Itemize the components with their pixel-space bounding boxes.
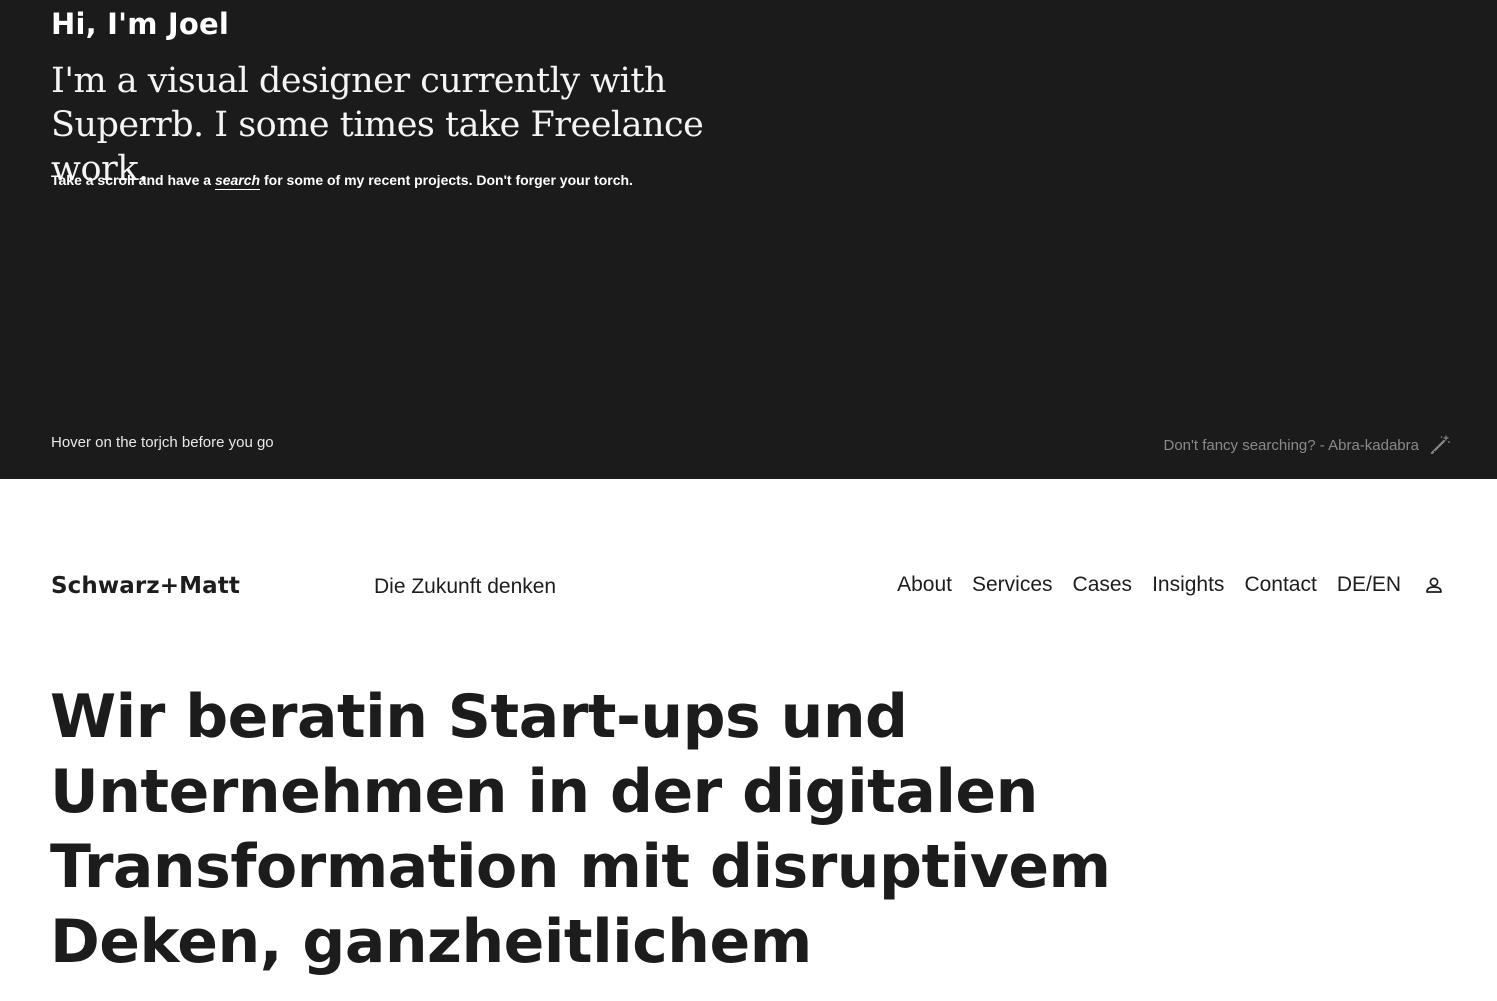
user-icon[interactable] xyxy=(1425,576,1443,594)
hero-scroll-text-end: for some of my recent projects. Don't fo… xyxy=(260,172,633,188)
hero-greeting: Hi, I'm Joel xyxy=(51,7,230,41)
language-switch[interactable]: DE/EN xyxy=(1337,573,1401,597)
nav-item-insights[interactable]: Insights xyxy=(1152,573,1224,597)
site-logo[interactable]: Schwarz+Matt xyxy=(51,573,240,599)
site-tagline: Die Zukunft denken xyxy=(374,575,557,598)
nav-item-services[interactable]: Services xyxy=(972,573,1053,597)
site-header: Schwarz+Matt Die Zukunft denken About Se… xyxy=(0,560,1497,616)
search-link[interactable]: search xyxy=(214,172,261,190)
main-headline: Wir beratin Start-ups und Unternehmen in… xyxy=(50,682,1111,977)
hover-note: Hover on the torjch before you go xyxy=(51,434,274,451)
nav-item-cases[interactable]: Cases xyxy=(1073,573,1133,597)
magic-wand-icon xyxy=(1429,434,1451,456)
abra-kadabra-label: Don't fancy searching? - Abra-kadabra xyxy=(1163,436,1419,454)
nav-item-about[interactable]: About xyxy=(897,573,952,597)
hero-scroll-text-start: Take a scroll and have a xyxy=(51,172,215,188)
hero-scroll-text: Take a scroll and have a search for some… xyxy=(51,170,633,190)
abra-kadabra-button[interactable]: Don't fancy searching? - Abra-kadabra xyxy=(1163,434,1451,456)
nav-item-contact[interactable]: Contact xyxy=(1244,573,1316,597)
hero-section: Hi, I'm Joel I'm a visual designer curre… xyxy=(0,0,1497,479)
main-nav: About Services Cases Insights Contact DE… xyxy=(897,573,1443,597)
